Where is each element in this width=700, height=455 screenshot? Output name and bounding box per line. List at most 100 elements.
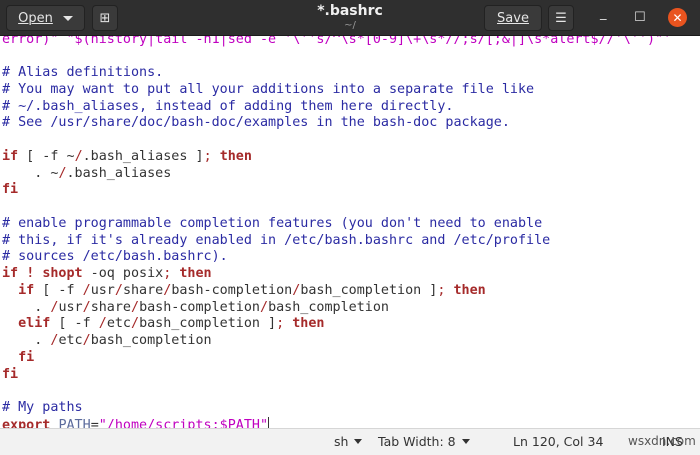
code-line[interactable]	[2, 132, 671, 149]
code-token: usr	[90, 282, 115, 298]
code-token: shopt	[42, 266, 83, 281]
code-line[interactable]: fi	[2, 367, 671, 384]
code-token: bash-completion	[171, 282, 293, 298]
code-token: /	[260, 299, 269, 315]
code-token: # My paths	[2, 400, 83, 415]
code-token: # sources /etc/bash.bashrc).	[2, 249, 228, 265]
code-line[interactable]: if [ -f ~/.bash_aliases ]; then	[2, 149, 671, 166]
header-bar: Open ⊞ *.bashrc ~/ Save ☰ _ ☐ ✕	[0, 0, 700, 36]
code-token: bash-completion	[139, 299, 260, 315]
code-token: then	[179, 266, 212, 281]
code-line[interactable]: fi	[2, 350, 671, 367]
code-token: -oq posix	[82, 266, 164, 281]
code-line[interactable]: # this, if it's already enabled in /etc/…	[2, 233, 671, 250]
cursor-position[interactable]: Ln 120, Col 34	[513, 434, 603, 449]
code-line[interactable]	[2, 383, 671, 400]
code-token: /	[82, 282, 91, 298]
code-token: if	[2, 148, 19, 164]
code-token: # You may want to put all your additions…	[2, 81, 535, 97]
code-token: ;	[276, 316, 285, 332]
menu-button[interactable]: ☰	[548, 5, 574, 31]
code-line[interactable]: # My paths	[2, 400, 671, 417]
code-token: if	[18, 282, 35, 298]
code-token: .bash_aliases	[66, 165, 172, 181]
code-token: "/home/scripts:$PATH"	[98, 417, 269, 428]
code-token: elif	[18, 316, 51, 332]
code-token: /	[98, 316, 107, 332]
chevron-down-icon	[354, 439, 363, 444]
close-button[interactable]: ✕	[668, 8, 687, 27]
code-line[interactable]	[2, 48, 671, 65]
code-token: bash_completion	[268, 299, 389, 315]
code-line[interactable]: # ~/.bash_aliases, instead of adding the…	[2, 99, 671, 116]
code-token: =	[90, 417, 99, 428]
text-editor[interactable]: error)" "$(history|tail -n1|sed -e '\''s…	[0, 36, 700, 428]
code-token: # See /usr/share/doc/bash-doc/examples i…	[2, 115, 510, 131]
code-token: fi	[2, 366, 19, 382]
code-line[interactable]: # Alias definitions.	[2, 65, 671, 82]
code-token: /	[131, 299, 140, 315]
window-title: *.bashrc	[317, 3, 383, 19]
code-token: bash_completion ]	[300, 282, 438, 298]
code-line[interactable]: fi	[2, 182, 671, 199]
code-token: . ~	[2, 165, 59, 181]
maximize-button[interactable]: ☐	[634, 10, 646, 25]
code-line[interactable]: elif [ -f /etc/bash_completion ]; then	[2, 316, 671, 333]
code-token: /	[131, 316, 140, 332]
code-token: then	[219, 148, 252, 164]
close-icon: ✕	[672, 10, 683, 25]
save-button[interactable]: Save	[484, 5, 542, 31]
window-subtitle: ~/	[344, 20, 356, 31]
code-token: export	[2, 417, 51, 428]
code-line[interactable]: # sources /etc/bash.bashrc).	[2, 249, 671, 266]
code-line[interactable]: . ~/.bash_aliases	[2, 166, 671, 183]
language-label: sh	[334, 434, 349, 449]
code-line[interactable]: if ! shopt -oq posix; then	[2, 266, 671, 283]
code-line[interactable]: # See /usr/share/doc/bash-doc/examples i…	[2, 115, 671, 132]
code-token: /	[82, 333, 91, 348]
code-token: etc	[106, 316, 131, 332]
code-token: bash_completion ]	[139, 316, 277, 332]
code-token: [ -f	[34, 282, 83, 298]
code-token: etc	[58, 333, 83, 348]
code-line[interactable]: error)" "$(history|tail -n1|sed -e '\''s…	[2, 36, 671, 48]
code-token: [ -f ~	[18, 148, 75, 164]
code-token: PATH	[58, 417, 91, 428]
code-token: error)" "$(history|tail -n1|sed -e '\''s…	[2, 36, 672, 47]
save-label: Save	[497, 10, 529, 26]
watermark: wsxdn.com	[628, 434, 696, 448]
language-selector[interactable]: sh	[334, 434, 363, 449]
code-token: [ -f	[50, 316, 99, 332]
code-token: then	[453, 282, 486, 298]
code-view[interactable]: error)" "$(history|tail -n1|sed -e '\''s…	[2, 36, 671, 428]
code-token: # ~/.bash_aliases, instead of adding the…	[2, 98, 454, 114]
code-token: .bash_aliases ]	[82, 148, 204, 164]
minimize-button[interactable]: _	[600, 6, 607, 21]
code-token: # Alias definitions.	[2, 65, 164, 80]
cursor-position-label: Ln 120, Col 34	[513, 434, 604, 449]
code-token: # enable programmable completion feature…	[2, 215, 543, 231]
code-token: /	[82, 299, 91, 315]
code-token: .	[2, 299, 51, 315]
code-line[interactable]	[2, 199, 671, 216]
code-line[interactable]: if [ -f /usr/share/bash-completion/bash_…	[2, 283, 671, 300]
code-line[interactable]: # enable programmable completion feature…	[2, 216, 671, 233]
code-token: then	[292, 316, 325, 332]
tab-width-selector[interactable]: Tab Width: 8	[378, 434, 470, 449]
code-token: usr	[58, 299, 83, 315]
code-line[interactable]: # You may want to put all your additions…	[2, 82, 671, 99]
code-line[interactable]: export PATH="/home/scripts:$PATH"	[2, 416, 671, 428]
code-token: /	[58, 165, 67, 181]
code-token: bash_completion	[90, 333, 212, 348]
code-token: ;	[203, 148, 212, 164]
tab-width-label: Tab Width: 8	[378, 434, 456, 449]
status-bar: sh Tab Width: 8 Ln 120, Col 34 INS	[0, 428, 700, 455]
code-line[interactable]: . /usr/share/bash-completion/bash_comple…	[2, 300, 671, 317]
code-token: share	[90, 299, 131, 315]
code-token: # this, if it's already enabled in /etc/…	[2, 232, 551, 248]
code-line[interactable]: . /etc/bash_completion	[2, 333, 671, 350]
code-token: /	[74, 148, 83, 164]
